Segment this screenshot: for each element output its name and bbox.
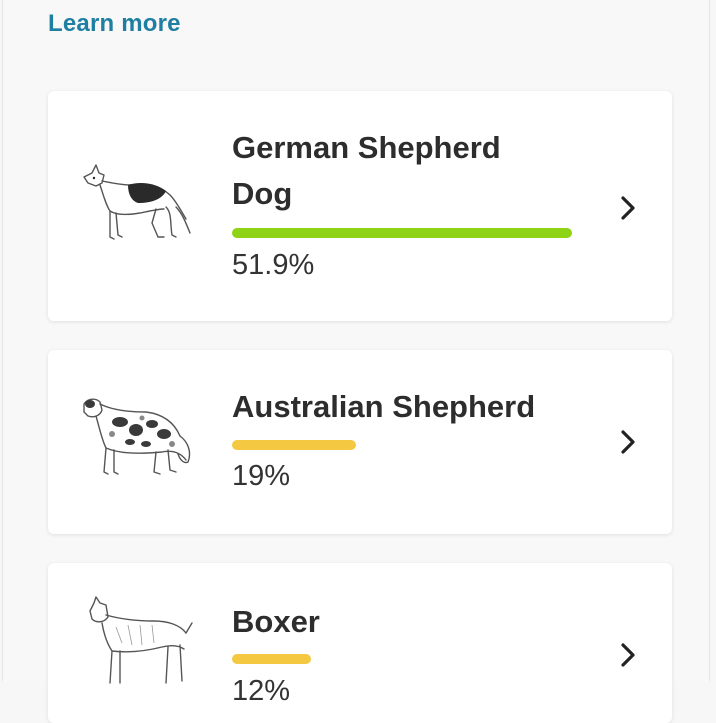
breed-card-australian-shepherd[interactable]: Australian Shepherd 19% — [48, 350, 672, 534]
breed-percentage: 19% — [232, 460, 291, 492]
breed-name: German Shepherd Dog — [232, 130, 501, 211]
learn-more-link[interactable]: Learn more — [48, 10, 181, 38]
chevron-right-icon[interactable] — [616, 639, 640, 671]
breed-name: Boxer — [232, 604, 320, 639]
boxer-illustration — [89, 596, 193, 684]
percentage-bar — [232, 440, 356, 450]
chevron-right-icon[interactable] — [616, 192, 640, 224]
german-shepherd-illustration — [83, 164, 191, 240]
breed-breakdown-panel: Learn more German Shepherd Dog 51.9% Aus… — [2, 0, 710, 723]
chevron-right-icon[interactable] — [616, 426, 640, 458]
percentage-bar — [232, 228, 572, 238]
breed-name: Australian Shepherd — [232, 389, 536, 424]
australian-shepherd-illustration — [83, 398, 191, 475]
percentage-bar — [232, 654, 311, 664]
breed-percentage: 12% — [232, 675, 291, 707]
breed-percentage: 51.9% — [232, 249, 315, 281]
breed-card-german-shepherd[interactable]: German Shepherd Dog 51.9% — [48, 91, 672, 321]
breed-card-boxer[interactable]: Boxer 12% — [48, 563, 672, 723]
